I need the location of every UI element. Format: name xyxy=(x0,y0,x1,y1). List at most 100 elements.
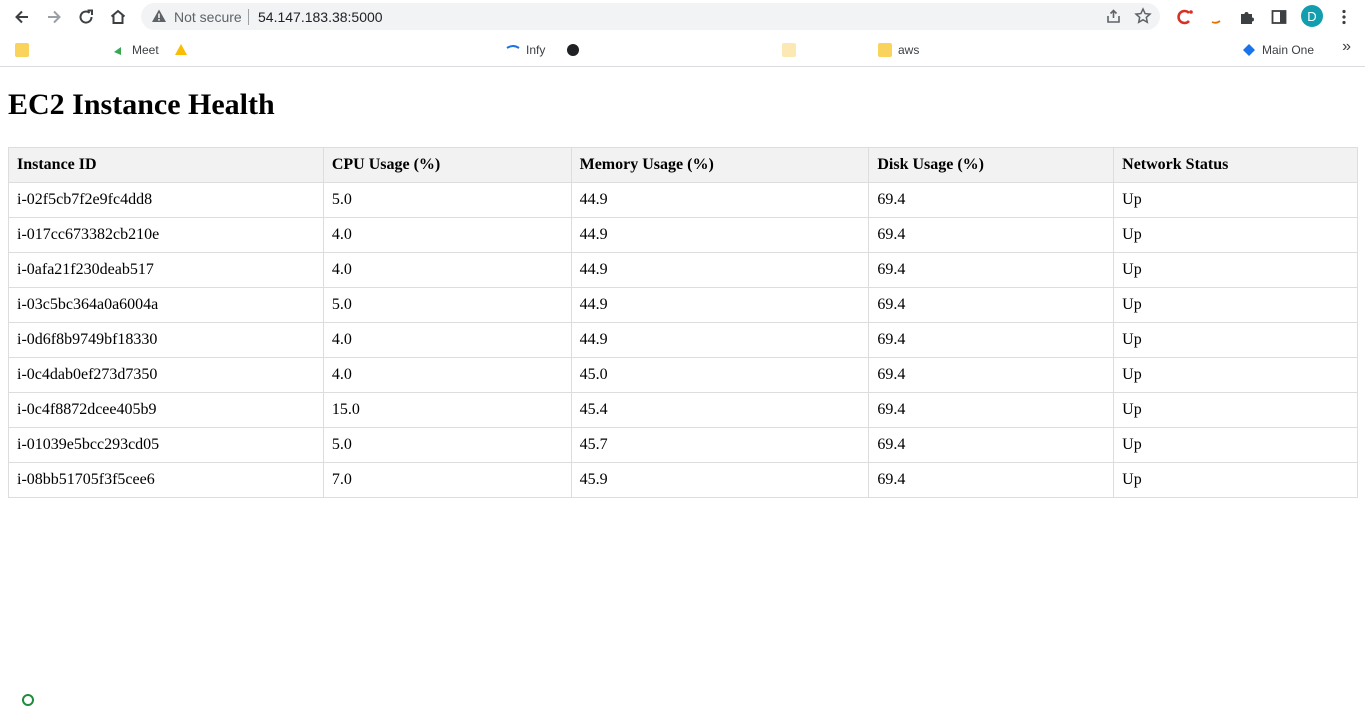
reload-button[interactable] xyxy=(73,4,99,30)
share-icon[interactable] xyxy=(1105,8,1122,25)
table-row: i-0c4f8872dcee405b9 15.0 45.4 69.4 Up xyxy=(8,392,1358,428)
bookmark-folder[interactable] xyxy=(15,40,35,60)
bookmark-label: Infy xyxy=(526,43,546,57)
network-status-cell: Up xyxy=(1113,322,1358,358)
column-header: Disk Usage (%) xyxy=(868,147,1115,183)
network-status-cell: Up xyxy=(1113,217,1358,253)
cpu-usage-cell: 15.0 xyxy=(322,392,572,428)
memory-usage-cell: 44.9 xyxy=(570,217,870,253)
disk-usage-cell: 69.4 xyxy=(868,182,1115,218)
instance-id-cell: i-0c4f8872dcee405b9 xyxy=(8,392,324,428)
memory-usage-cell: 45.9 xyxy=(570,462,870,498)
extension-button-2[interactable] xyxy=(1205,6,1227,28)
extension-button[interactable] xyxy=(1174,6,1196,28)
table-row: i-02f5cb7f2e9fc4dd8 5.0 44.9 69.4 Up xyxy=(8,182,1358,218)
browser-menu-button[interactable] xyxy=(1333,6,1355,28)
bookmark-aws[interactable]: aws xyxy=(878,40,919,60)
bookmark-main-one[interactable]: Main One xyxy=(1242,40,1314,60)
disk-usage-cell: 69.4 xyxy=(868,427,1115,463)
forward-button[interactable] xyxy=(41,4,67,30)
back-button[interactable] xyxy=(9,4,35,30)
link-icon xyxy=(506,45,520,49)
cpu-usage-cell: 7.0 xyxy=(322,462,572,498)
table-row: i-08bb51705f3f5cee6 7.0 45.9 69.4 Up xyxy=(8,462,1358,498)
extension-mark-icon xyxy=(1211,20,1221,24)
disk-usage-cell: 69.4 xyxy=(868,392,1115,428)
address-divider xyxy=(248,9,249,25)
browser-toolbar: Not secure 54.147.183.38:5000 D xyxy=(0,0,1365,33)
extensions-menu-button[interactable] xyxy=(1236,6,1258,28)
folder-icon xyxy=(878,43,892,57)
network-status-cell: Up xyxy=(1113,252,1358,288)
forward-arrow-icon xyxy=(48,10,61,24)
cpu-usage-cell: 5.0 xyxy=(322,182,572,218)
address-bar[interactable]: Not secure 54.147.183.38:5000 xyxy=(141,3,1160,30)
memory-usage-cell: 44.9 xyxy=(570,252,870,288)
disk-usage-cell: 69.4 xyxy=(868,252,1115,288)
reload-icon xyxy=(79,9,93,24)
security-status[interactable]: Not secure xyxy=(174,9,242,25)
network-status-cell: Up xyxy=(1113,287,1358,323)
disk-usage-cell: 69.4 xyxy=(868,462,1115,498)
bookmark-infy[interactable]: Infy xyxy=(506,40,545,60)
github-icon xyxy=(567,44,579,56)
cpu-usage-cell: 5.0 xyxy=(322,287,572,323)
document-icon xyxy=(782,43,796,57)
memory-usage-cell: 45.4 xyxy=(570,392,870,428)
bookmark-label: aws xyxy=(898,43,920,57)
table-row: i-017cc673382cb210e 4.0 44.9 69.4 Up xyxy=(8,217,1358,253)
cpu-usage-cell: 5.0 xyxy=(322,427,572,463)
url-text[interactable]: 54.147.183.38:5000 xyxy=(258,9,383,25)
network-status-cell: Up xyxy=(1113,182,1358,218)
side-panel-button[interactable] xyxy=(1268,6,1290,28)
memory-usage-cell: 45.7 xyxy=(570,427,870,463)
column-header: Memory Usage (%) xyxy=(570,147,870,183)
network-status-cell: Up xyxy=(1113,427,1358,463)
table-row: i-0c4dab0ef273d7350 4.0 45.0 69.4 Up xyxy=(8,357,1358,393)
bookmarks-bar: Meet Infy aws Main One xyxy=(0,34,1365,67)
bookmark-star-icon[interactable] xyxy=(1134,7,1152,25)
bookmark-label: Meet xyxy=(132,43,159,57)
back-arrow-icon xyxy=(15,10,28,24)
instance-id-cell: i-01039e5bcc293cd05 xyxy=(8,427,324,463)
warning-icon xyxy=(152,9,166,22)
extension-logo-icon xyxy=(1177,9,1193,25)
instance-id-cell: i-08bb51705f3f5cee6 xyxy=(8,462,324,498)
instance-health-table: Instance ID CPU Usage (%) Memory Usage (… xyxy=(8,147,1358,498)
memory-usage-cell: 45.0 xyxy=(570,357,870,393)
table-row: i-03c5bc364a0a6004a 5.0 44.9 69.4 Up xyxy=(8,287,1358,323)
memory-usage-cell: 44.9 xyxy=(570,182,870,218)
table-header-row: Instance ID CPU Usage (%) Memory Usage (… xyxy=(8,147,1358,183)
status-indicator-icon xyxy=(22,694,34,706)
bookmark-drive[interactable] xyxy=(174,40,194,60)
instance-id-cell: i-02f5cb7f2e9fc4dd8 xyxy=(8,182,324,218)
table-row: i-0afa21f230deab517 4.0 44.9 69.4 Up xyxy=(8,252,1358,288)
bookmark-github[interactable] xyxy=(566,40,586,60)
disk-usage-cell: 69.4 xyxy=(868,357,1115,393)
home-button[interactable] xyxy=(105,4,131,30)
instance-id-cell: i-0d6f8b9749bf18330 xyxy=(8,322,324,358)
memory-usage-cell: 44.9 xyxy=(570,322,870,358)
cpu-usage-cell: 4.0 xyxy=(322,322,572,358)
more-vert-icon xyxy=(1342,9,1346,25)
table-row: i-01039e5bcc293cd05 5.0 45.7 69.4 Up xyxy=(8,427,1358,463)
home-icon xyxy=(110,9,126,24)
network-status-cell: Up xyxy=(1113,462,1358,498)
table-row: i-0d6f8b9749bf18330 4.0 44.9 69.4 Up xyxy=(8,322,1358,358)
network-status-cell: Up xyxy=(1113,357,1358,393)
bookmark-meet[interactable]: Meet xyxy=(112,40,159,60)
profile-avatar[interactable]: D xyxy=(1301,5,1323,27)
instance-id-cell: i-03c5bc364a0a6004a xyxy=(8,287,324,323)
column-header: Network Status xyxy=(1113,147,1358,183)
bookmarks-overflow-icon[interactable]: » xyxy=(1342,38,1351,56)
side-panel-icon xyxy=(1271,10,1287,24)
bookmark-doc[interactable] xyxy=(782,40,802,60)
network-status-cell: Up xyxy=(1113,392,1358,428)
puzzle-icon xyxy=(1241,12,1254,24)
column-header: CPU Usage (%) xyxy=(322,147,572,183)
cpu-usage-cell: 4.0 xyxy=(322,252,572,288)
disk-usage-cell: 69.4 xyxy=(868,287,1115,323)
instance-id-cell: i-0afa21f230deab517 xyxy=(8,252,324,288)
bookmark-label: Main One xyxy=(1262,43,1315,57)
disk-usage-cell: 69.4 xyxy=(868,217,1115,253)
